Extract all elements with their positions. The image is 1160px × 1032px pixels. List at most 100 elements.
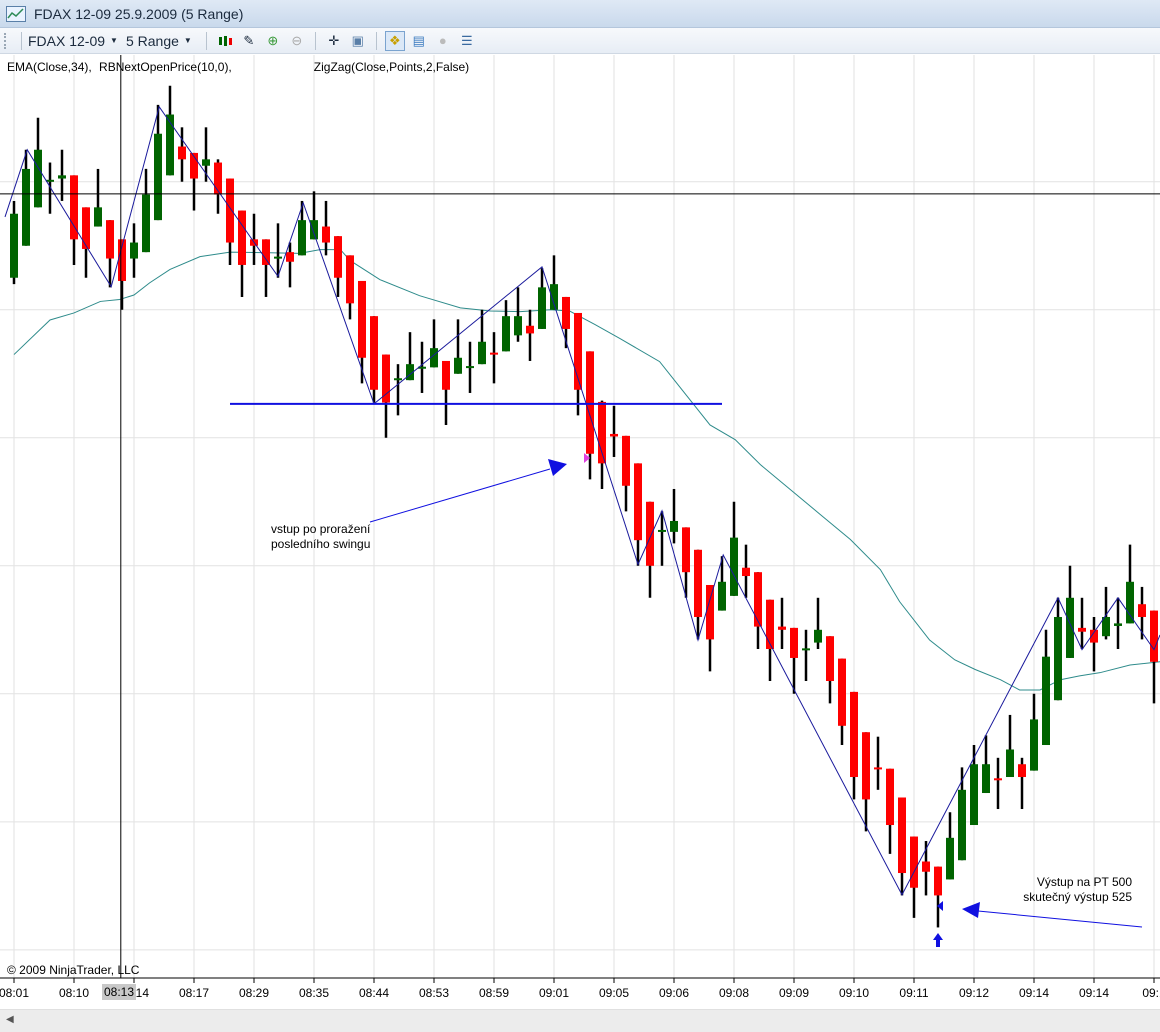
candle-up [538,287,546,329]
candle-up [130,242,138,259]
toolbar-grip[interactable] [4,32,9,49]
candle-up [814,629,822,643]
candle-down [922,861,930,872]
candle-down [562,296,570,329]
exit-arrow-head-icon [962,902,980,918]
time-tick-label: 08:35 [299,986,329,1000]
candle-up [310,220,318,240]
price-chart[interactable]: 08:0108:1008:1408:1708:2908:3508:4408:53… [0,0,1160,1031]
instrument-label: FDAX 12-09 [28,32,106,49]
strategy-icon[interactable]: ▤ [409,31,429,51]
candle-up [718,581,726,611]
instrument-dropdown[interactable]: FDAX 12-09 ▼ [28,33,118,49]
candle-down [286,252,294,262]
candle-down [706,584,714,640]
candle-up [58,175,66,179]
indicators-icon[interactable]: ❖ [384,30,405,51]
candlestick-style-icon[interactable] [215,31,235,51]
candle-down [358,280,366,358]
candle-down [106,220,114,259]
candle-down [646,501,654,566]
horizontal-scrollbar[interactable]: ◀ [0,1009,1160,1032]
chart-trader-icon[interactable]: ● [433,31,453,51]
time-tick-label: 09:10 [839,986,869,1000]
candle-up [1006,749,1014,778]
entry-arrow-line [369,468,551,523]
data-box-icon[interactable]: ▣ [348,31,368,51]
drawings-group [0,55,1160,978]
candle-down [586,351,594,454]
candle-down [934,866,942,896]
candle-up [478,341,486,365]
candle-down [178,146,186,160]
candle-down [1078,627,1086,632]
time-tick-label: 09:11 [899,986,928,1000]
candle-up [274,256,282,259]
time-tick-label: 09:05 [599,986,629,1000]
period-dropdown[interactable]: 5 Range ▼ [126,33,192,49]
candle-up [142,194,150,253]
candle-down [874,767,882,770]
candle-up [10,213,18,278]
candle-up [958,789,966,861]
candle-up [34,149,42,208]
candle-up [202,159,210,166]
candle-down [994,778,1002,781]
legend-zigzag: ZigZag(Close,Points,2,False) [313,60,470,74]
time-axis[interactable]: 08:0108:1008:1408:1708:2908:3508:4408:53… [0,977,1160,1000]
candle-up [1042,656,1050,746]
time-tick-label: 08:29 [239,986,269,1000]
time-tick-label: 09:09 [779,986,809,1000]
time-tick-label: 08:53 [419,986,449,1000]
copyright-text: © 2009 NinjaTrader, LLC [7,963,140,977]
toolbar-separator [21,31,22,50]
scroll-left-arrow-icon[interactable]: ◀ [6,1014,14,1025]
candle-down [1138,604,1146,617]
candle-down [910,836,918,888]
window-title: FDAX 12-09 25.9.2009 (5 Range) [34,5,244,22]
crosshair-icon[interactable]: ✛ [324,31,344,51]
exit-annotation-line1: Výstup na PT 500 [1036,875,1132,889]
properties-icon[interactable]: ☰ [457,31,477,51]
time-tick-label: 08:17 [179,986,209,1000]
exit-annotation-line2: skutečný výstup 525 [1023,890,1132,904]
title-bar: FDAX 12-09 25.9.2009 (5 Range) [0,0,1160,28]
period-label: 5 Range [125,32,179,49]
candle-up [502,316,510,352]
candle-down [898,797,906,874]
candle-down [610,433,618,437]
entry-annotation[interactable]: vstup po proražení posledního swingu [271,522,370,552]
exit-up-arrow-icon [933,933,943,947]
candle-down [778,626,786,630]
time-tick-label: 08:59 [479,986,509,1000]
candle-down [682,527,690,573]
indicator-legend: EMA(Close,34), RBNextOpenPrice(10,0), Zig… [7,60,473,74]
time-tick-label: 08:44 [359,986,389,1000]
legend-ema: EMA(Close,34), [7,60,92,74]
toolbar-separator [375,31,377,50]
time-tick-label: 09:01 [539,986,569,1000]
candle-down [262,239,270,265]
chart-app-icon [6,5,26,22]
exit-arrow-line [977,910,1143,928]
zoom-in-icon[interactable]: ⊕ [263,31,283,51]
exit-annotation[interactable]: Výstup na PT 500 skutečný výstup 525 [1000,875,1132,905]
zoom-out-icon[interactable]: ⊖ [287,31,307,51]
chart-toolbar: FDAX 12-09 ▼ 5 Range ▼ ✎ ⊕ ⊖ ✛ ▣ ❖ ▤ ● ☰ [0,28,1160,54]
candle-up [1126,581,1134,624]
candle-up [22,168,30,246]
pencil-draw-icon[interactable]: ✎ [239,31,259,51]
time-tick-label: 08:10 [59,986,89,1000]
toolbar-separator [205,31,207,50]
candle-up [454,357,462,374]
candle-down [322,226,330,243]
chevron-down-icon: ▼ [183,36,192,45]
candle-up [1030,719,1038,771]
candle-up [154,133,162,221]
candle-down [1018,764,1026,778]
candle-down [838,658,846,726]
candle-down [766,599,774,649]
chevron-down-icon: ▼ [110,36,118,45]
candle-up [982,764,990,794]
candle-up [298,220,306,256]
